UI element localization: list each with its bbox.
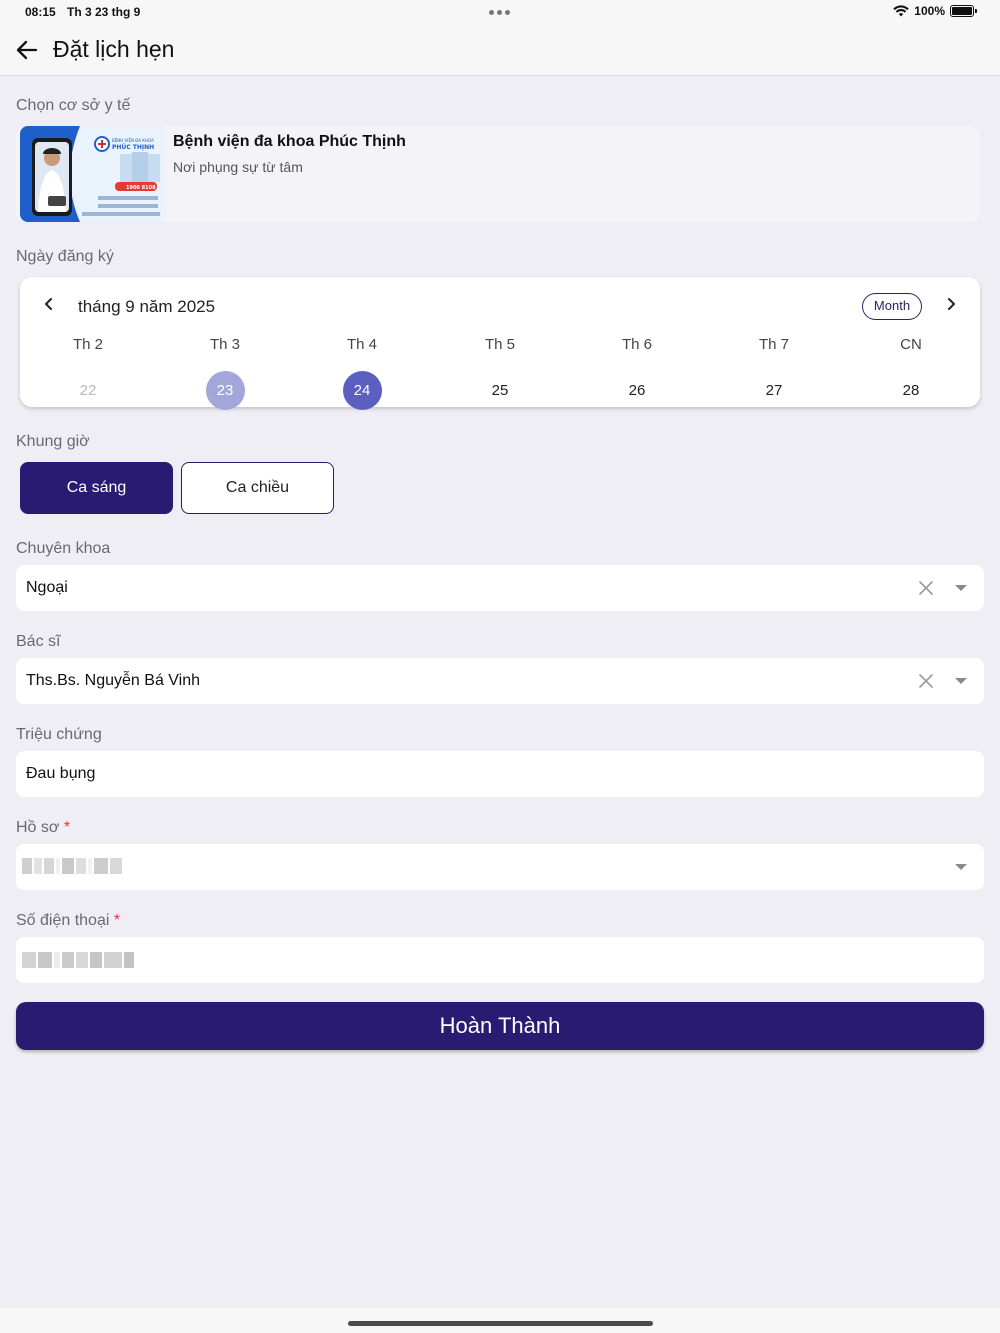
facility-slogan: Nơi phụng sự từ tâm <box>173 159 303 175</box>
weekday-label: Th 3 <box>209 336 240 353</box>
calendar-day[interactable]: CN 28 <box>881 335 941 410</box>
calendar-day: Th 2 22 <box>58 335 118 410</box>
profile-label-text: Hồ sơ <box>16 819 60 836</box>
specialty-value: Ngoại <box>26 579 68 596</box>
clear-icon[interactable] <box>918 580 934 596</box>
redacted-profile-value <box>22 858 122 874</box>
calendar-month-title: tháng 9 năm 2025 <box>78 297 216 316</box>
doctor-label: Bác sĩ <box>16 633 61 650</box>
home-indicator[interactable] <box>348 1321 653 1326</box>
calendar-day[interactable]: Th 3 23 <box>195 335 255 410</box>
morning-shift-button[interactable]: Ca sáng <box>20 462 173 514</box>
week-calendar: tháng 9 năm 2025 Month Th 2 22 Th 3 23 Th 4 2… <box>20 277 980 410</box>
day-number: 22 <box>79 382 97 399</box>
page-title: Đặt lịch hẹn <box>53 36 175 62</box>
day-number[interactable]: 24 <box>342 371 382 410</box>
facility-section-label: Chọn cơ sở y tế <box>16 97 131 114</box>
back-arrow-icon[interactable] <box>14 37 40 63</box>
specialty-select[interactable]: Ngoại <box>16 565 984 611</box>
symptom-value: Đau bụng <box>26 765 96 782</box>
specialty-label: Chuyên khoa <box>16 540 111 557</box>
calendar-day[interactable]: Th 6 26 <box>607 335 667 410</box>
symptom-label: Triệu chứng <box>16 726 102 743</box>
svg-text:BỆNH VIỆN ĐA KHOA: BỆNH VIỆN ĐA KHOA <box>112 138 154 143</box>
calendar-day[interactable]: Th 4 24 <box>332 335 392 410</box>
caret-down-icon[interactable] <box>954 863 968 871</box>
redacted-phone-value <box>22 952 134 968</box>
weekday-label: CN <box>900 336 922 353</box>
status-bar: 08:15 Th 3 23 thg 9 100% <box>0 0 1000 24</box>
svg-text:1900 8108: 1900 8108 <box>126 185 156 191</box>
svg-text:PHÚC THỊNH: PHÚC THỊNH <box>112 144 154 151</box>
calendar-day[interactable]: Th 7 27 <box>744 335 804 410</box>
multitasking-dots-icon[interactable] <box>489 10 510 15</box>
day-number[interactable]: 25 <box>481 371 520 410</box>
facility-name: Bệnh viện đa khoa Phúc Thịnh <box>173 133 406 150</box>
phone-label: Số điện thoại * <box>16 912 120 930</box>
caret-down-icon[interactable] <box>954 677 968 685</box>
shift-section-label: Khung giờ <box>16 433 90 450</box>
date-section-label: Ngày đăng ký <box>16 248 114 265</box>
day-number[interactable]: 26 <box>618 371 657 410</box>
facility-card[interactable]: BỆNH VIỆN ĐA KHOA PHÚC THỊNH 1900 8108 B… <box>16 126 980 222</box>
status-time: 08:15 <box>25 5 56 19</box>
weekday-label: Th 6 <box>621 336 652 353</box>
afternoon-shift-button[interactable]: Ca chiều <box>181 462 334 514</box>
symptom-input[interactable]: Đau bụng <box>16 751 984 797</box>
chevron-left-icon[interactable] <box>40 295 58 313</box>
profile-select[interactable] <box>16 844 984 890</box>
day-number[interactable]: 23 <box>205 371 245 410</box>
status-date: Th 3 23 thg 9 <box>67 5 141 19</box>
weekday-label: Th 5 <box>484 336 515 353</box>
chevron-right-icon[interactable] <box>942 295 960 313</box>
day-number[interactable]: 28 <box>892 371 931 410</box>
weekday-label: Th 4 <box>346 336 377 353</box>
wifi-icon <box>893 5 909 17</box>
submit-button[interactable]: Hoàn Thành <box>16 1002 984 1050</box>
facility-thumbnail: BỆNH VIỆN ĐA KHOA PHÚC THỊNH 1900 8108 <box>20 126 166 222</box>
doctor-value: Ths.Bs. Nguyễn Bá Vinh <box>26 672 201 689</box>
battery-icon <box>950 5 977 17</box>
phone-label-text: Số điện thoại <box>16 912 110 929</box>
clear-icon[interactable] <box>918 673 934 689</box>
doctor-select[interactable]: Ths.Bs. Nguyễn Bá Vinh <box>16 658 984 704</box>
profile-label: Hồ sơ * <box>16 819 70 837</box>
calendar-format-button[interactable]: Month <box>862 293 922 320</box>
weekday-label: Th 2 <box>72 336 103 353</box>
app-bar: Đặt lịch hẹn <box>0 24 1000 76</box>
battery-percent: 100% <box>914 4 945 18</box>
day-number[interactable]: 27 <box>755 371 794 410</box>
hospital-banner-image: BỆNH VIỆN ĐA KHOA PHÚC THỊNH 1900 8108 <box>20 126 166 222</box>
phone-input[interactable] <box>16 937 984 983</box>
calendar-day[interactable]: Th 5 25 <box>470 335 530 410</box>
required-mark: * <box>63 819 71 836</box>
weekday-label: Th 7 <box>758 336 789 353</box>
caret-down-icon[interactable] <box>954 584 968 592</box>
required-mark: * <box>113 912 121 929</box>
